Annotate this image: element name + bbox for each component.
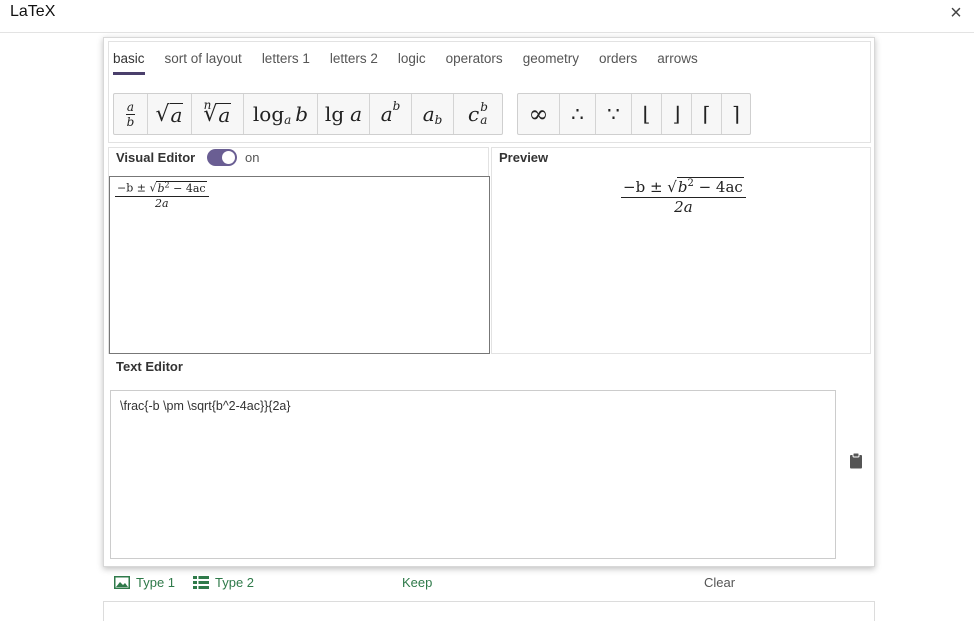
- pv-radicand-rest: − 4ac: [693, 178, 743, 196]
- next-panel-edge: [103, 601, 875, 621]
- tab-basic[interactable]: basic: [113, 50, 145, 75]
- clipboard-icon: [850, 452, 862, 469]
- lfloor-icon: ⌊: [642, 102, 651, 126]
- log-arg: b: [295, 102, 309, 126]
- tab-arrows[interactable]: arrows: [657, 50, 698, 75]
- visual-editor-label: Visual Editor: [116, 150, 196, 165]
- clear-label: Clear: [704, 575, 736, 590]
- close-button[interactable]: ×: [944, 1, 968, 25]
- subsup-button[interactable]: cba: [454, 94, 502, 134]
- text-editor-input[interactable]: \frac{-b \pm \sqrt{b^2-4ac}}{2a}: [110, 390, 836, 559]
- power-exp: b: [392, 99, 401, 113]
- eq-radicand-base: b: [157, 181, 165, 195]
- because-icon: ∵: [607, 102, 620, 126]
- pv-num-prefix: −b ±: [623, 178, 668, 196]
- sqrt-arg: a: [169, 102, 184, 127]
- nroot-arg: a: [217, 102, 232, 127]
- subscript-button[interactable]: ab: [412, 94, 454, 134]
- tab-logic[interactable]: logic: [398, 50, 426, 75]
- power-base: a: [380, 102, 393, 126]
- eq-num-prefix: −b ±: [117, 181, 150, 195]
- close-icon: ×: [950, 2, 962, 24]
- rfloor-button[interactable]: ⌋: [662, 94, 692, 134]
- clear-button[interactable]: Clear: [704, 575, 735, 590]
- lfloor-button[interactable]: ⌊: [632, 94, 662, 134]
- category-tabs: basic sort of layout letters 1 letters 2…: [113, 50, 718, 76]
- keep-label: Keep: [402, 575, 433, 590]
- text-editor-label: Text Editor: [116, 359, 183, 374]
- log-text: log: [252, 102, 285, 126]
- tab-geometry[interactable]: geometry: [523, 50, 579, 75]
- subscript-base: a: [422, 102, 435, 126]
- therefore-icon: ∴: [571, 102, 584, 126]
- visual-equation: −b ± √b2 − 4ac 2a: [115, 180, 209, 210]
- sqrt-button[interactable]: √ a: [148, 94, 192, 134]
- window-title: LaTeX: [10, 3, 56, 20]
- therefore-button[interactable]: ∴: [560, 94, 596, 134]
- rfloor-icon: ⌋: [672, 102, 681, 126]
- visual-editor-toggle[interactable]: [207, 149, 237, 166]
- preview-equation: −b ± √b2 − 4ac 2a: [621, 177, 746, 216]
- visual-editor-area[interactable]: −b ± √b2 − 4ac 2a: [109, 176, 490, 354]
- lg-button[interactable]: lg a: [318, 94, 370, 134]
- type-2-button[interactable]: Type 2: [193, 575, 254, 590]
- frac-den: b: [126, 114, 135, 129]
- latex-dialog: basic sort of layout letters 1 letters 2…: [103, 37, 875, 567]
- tab-operators[interactable]: operators: [446, 50, 503, 75]
- infinity-icon: ∞: [528, 100, 549, 128]
- fraction-button[interactable]: ab: [114, 94, 148, 134]
- image-icon: [114, 576, 130, 589]
- because-button[interactable]: ∵: [596, 94, 632, 134]
- lg-arg: a: [350, 102, 363, 126]
- pv-radicand-base: b: [677, 178, 688, 196]
- basic-symbol-group: ab √ a n √ a log a b lg a ab ab cba: [113, 93, 503, 135]
- tab-orders[interactable]: orders: [599, 50, 637, 75]
- subscript-sub: b: [434, 113, 443, 127]
- tab-letters-2[interactable]: letters 2: [330, 50, 378, 75]
- type-2-label: Type 2: [215, 575, 255, 590]
- tab-sort-of-layout[interactable]: sort of layout: [165, 50, 242, 75]
- log-base: a: [284, 113, 292, 127]
- symbol-toolbar: basic sort of layout letters 1 letters 2…: [108, 41, 871, 143]
- power-button[interactable]: ab: [370, 94, 412, 134]
- eq-radicand-rest: − 4ac: [169, 181, 206, 195]
- frac-num: a: [125, 99, 136, 115]
- log-button[interactable]: log a b: [244, 94, 318, 134]
- subsup-sub: a: [480, 113, 488, 127]
- title-bar: LaTeX ×: [0, 0, 974, 33]
- lceil-button[interactable]: ⌈: [692, 94, 722, 134]
- lceil-icon: ⌈: [702, 102, 711, 126]
- visual-editor-panel: Visual Editor on −b ± √b2 − 4ac 2a: [108, 147, 490, 354]
- infinity-button[interactable]: ∞: [518, 94, 560, 134]
- rceil-icon: ⌉: [732, 102, 740, 126]
- toggle-state-label: on: [245, 150, 260, 165]
- keep-button[interactable]: Keep: [402, 575, 432, 590]
- type-1-label: Type 1: [136, 575, 176, 590]
- nth-root-button[interactable]: n √ a: [192, 94, 244, 134]
- type-1-button[interactable]: Type 1: [114, 575, 175, 590]
- table-icon: [193, 576, 209, 589]
- rceil-button[interactable]: ⌉: [722, 94, 750, 134]
- preview-panel: Preview −b ± √b2 − 4ac 2a: [491, 147, 871, 354]
- eq-denominator: 2a: [155, 196, 169, 210]
- tab-letters-1[interactable]: letters 1: [262, 50, 310, 75]
- dialog-footer: Type 1 Type 2 Keep Clear: [103, 570, 875, 598]
- preview-label: Preview: [499, 150, 549, 165]
- special-symbol-group: ∞ ∴ ∵ ⌊ ⌋ ⌈ ⌉: [517, 93, 751, 135]
- pv-denominator: 2a: [674, 198, 693, 216]
- nroot-index: n: [203, 98, 212, 112]
- subsup-base: c: [468, 102, 480, 126]
- lg-text: lg: [324, 102, 345, 126]
- paste-button[interactable]: [849, 452, 863, 469]
